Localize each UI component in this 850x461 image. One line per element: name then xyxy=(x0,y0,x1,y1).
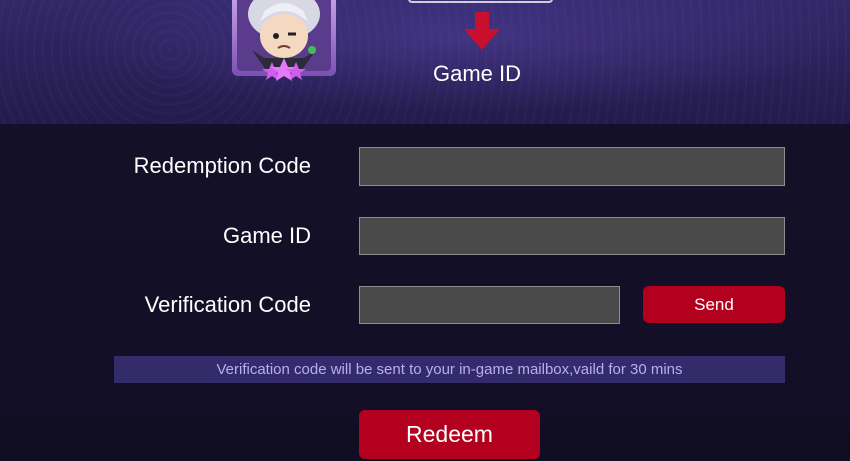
loading-dots-icon xyxy=(566,0,646,2)
game-id-input[interactable] xyxy=(359,217,785,255)
redeem-form: Redemption Code Game ID Verification Cod… xyxy=(0,124,850,461)
verification-hint: Verification code will be sent to your i… xyxy=(114,356,785,383)
hero-avatar-icon xyxy=(226,0,342,82)
redeem-button[interactable]: Redeem xyxy=(359,410,540,459)
game-id-hint-label: Game ID xyxy=(432,61,522,86)
top-field-edge xyxy=(408,0,553,3)
redemption-code-label: Redemption Code xyxy=(133,153,311,178)
redemption-code-input[interactable] xyxy=(359,147,785,186)
send-button[interactable]: Send xyxy=(643,286,785,323)
verification-code-label: Verification Code xyxy=(144,292,311,317)
header-banner: Game ID xyxy=(0,0,850,124)
verification-code-input[interactable] xyxy=(359,286,620,324)
game-id-label: Game ID xyxy=(222,223,311,248)
down-arrow-icon xyxy=(464,12,500,50)
